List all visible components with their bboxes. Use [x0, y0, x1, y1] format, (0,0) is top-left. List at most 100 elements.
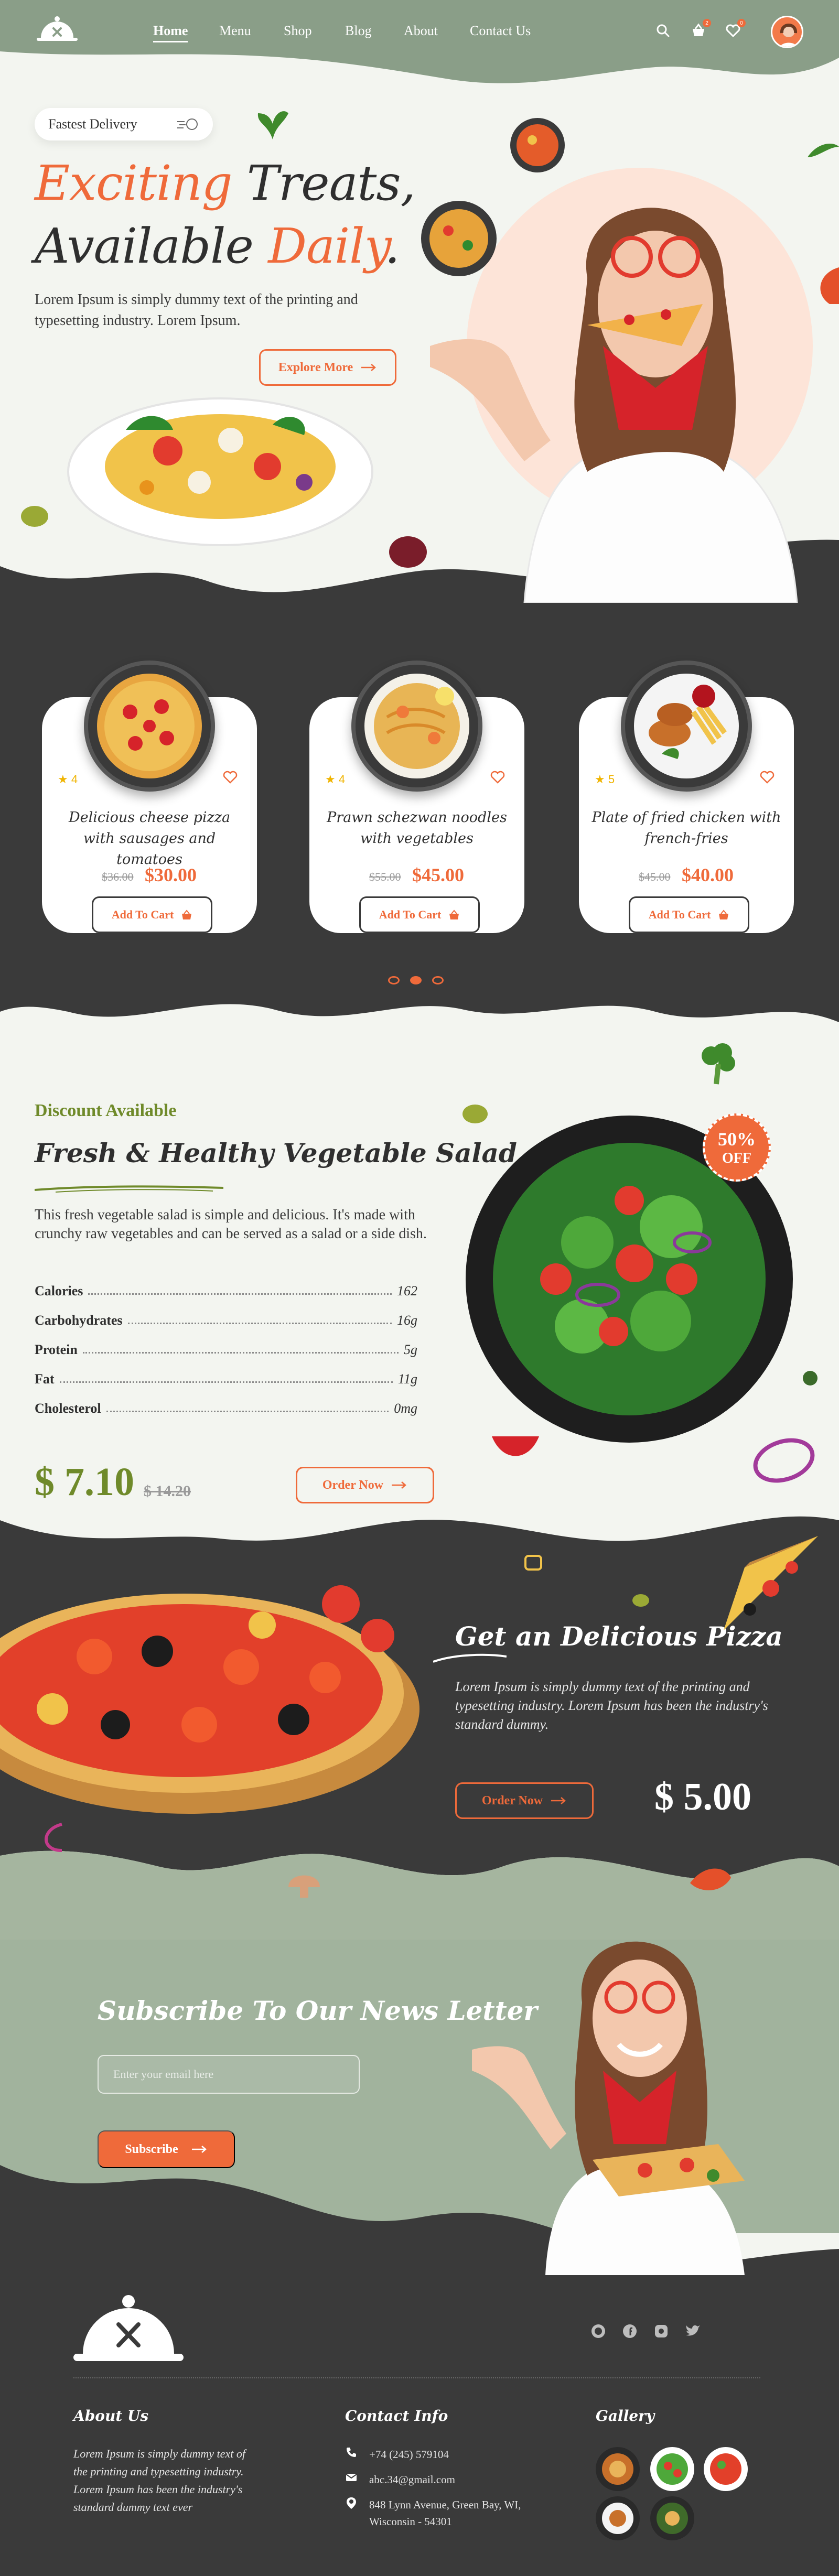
prawn-noodles-illustration: [364, 674, 469, 778]
nav-contact[interactable]: Contact Us: [470, 23, 531, 39]
facebook-icon[interactable]: [622, 2323, 638, 2339]
add-to-cart-label: Add To Cart: [648, 908, 711, 921]
product-name: Prawn schezwan noodles with vegetables: [327, 809, 507, 847]
product-price: $45.00: [412, 864, 464, 885]
add-to-cart-button[interactable]: Add To Cart: [92, 896, 212, 933]
hero-title-word-treats: Treats,: [232, 155, 416, 211]
basket-icon: [182, 910, 192, 919]
order-now-label: Order Now: [322, 1478, 384, 1492]
page: Home Menu Shop Blog About Contact Us 2 0…: [0, 0, 839, 2576]
heart-icon[interactable]: [490, 770, 505, 784]
nutrient-label: Cholesterol: [35, 1401, 101, 1416]
footer-divider: [73, 2377, 760, 2378]
pizza-price: $ 5.00: [654, 1776, 751, 1819]
discount-value: 50%: [718, 1129, 756, 1150]
onion-ring-icon: [45, 1823, 62, 1852]
phone-number[interactable]: +74 (245) 579104: [369, 2446, 449, 2463]
product-card[interactable]: ★ 4 Delicious cheese pizza with sausages…: [42, 661, 257, 933]
nutrition-row: Cholesterol 0mg: [35, 1401, 417, 1416]
search-button[interactable]: [653, 21, 672, 40]
heart-icon[interactable]: [759, 770, 775, 784]
hero-title-word-exciting: Exciting: [35, 155, 233, 211]
contact-address: 848 Lynn Avenue, Green Bay, WI, Wisconsi…: [345, 2496, 523, 2530]
salad-price: $ 7.10: [35, 1460, 134, 1504]
star-icon: ★: [595, 773, 605, 786]
gallery-dish-illustration: [710, 2453, 741, 2485]
wishlist-button[interactable]: 0: [724, 19, 746, 40]
gallery-thumbnail[interactable]: [596, 2447, 640, 2491]
cart-button[interactable]: 2: [689, 19, 711, 40]
footer-logo[interactable]: [73, 2291, 184, 2369]
pizza-slice-image: [724, 1536, 818, 1630]
email-input[interactable]: [98, 2055, 360, 2094]
basket-icon: [449, 910, 459, 919]
scooter-icon: [177, 118, 198, 130]
add-to-cart-button[interactable]: Add To Cart: [359, 896, 480, 933]
about-text: Lorem Ipsum is simply dummy text of the …: [73, 2447, 245, 2514]
nutrition-row: Carbohydrates 16g: [35, 1313, 417, 1328]
nav-home[interactable]: Home: [153, 23, 188, 42]
avatar[interactable]: [771, 16, 803, 48]
badge-label: Fastest Delivery: [48, 116, 137, 132]
gallery-thumbnail[interactable]: [704, 2447, 748, 2491]
gallery-thumbnail[interactable]: [650, 2496, 694, 2540]
carousel-dot-active[interactable]: [410, 976, 422, 984]
discount-badge: 50% OFF: [703, 1113, 771, 1182]
carousel-dot[interactable]: [432, 976, 444, 984]
nutrition-row: Fat 11g: [35, 1371, 417, 1387]
title-underline: [35, 1185, 223, 1193]
contact-email: abc.34@gmail.com: [345, 2471, 455, 2488]
carousel-dot[interactable]: [388, 976, 400, 984]
nutrient-label: Carbohydrates: [35, 1313, 123, 1328]
tomato-slice-icon: [492, 1436, 539, 1456]
woman-holding-pizza-image: [472, 1941, 745, 2275]
heart-icon[interactable]: [222, 770, 238, 784]
gallery-dish-illustration: [602, 2453, 633, 2485]
basket-icon: [719, 910, 729, 919]
address-text: 848 Lynn Avenue, Green Bay, WI, Wisconsi…: [369, 2498, 521, 2528]
instagram-icon[interactable]: [653, 2323, 669, 2339]
gallery-thumbnail[interactable]: [650, 2447, 694, 2491]
olive-icon: [21, 506, 48, 527]
nav-blog[interactable]: Blog: [345, 23, 372, 39]
product-price: $40.00: [682, 864, 734, 885]
add-to-cart-button[interactable]: Add To Cart: [629, 896, 749, 933]
product-card[interactable]: ★ 5 Plate of fried chicken with french-f…: [579, 661, 794, 933]
product-name: Plate of fried chicken with french-fries: [591, 809, 781, 847]
salad-old-price: $ 14.20: [144, 1482, 191, 1500]
hero-title-word-available: Available: [35, 218, 268, 274]
product-card[interactable]: ★ 4 Prawn schezwan noodles with vegetabl…: [309, 661, 524, 933]
nav-about[interactable]: About: [404, 23, 438, 39]
logo[interactable]: [35, 15, 80, 46]
nutrition-row: Protein 5g: [35, 1342, 417, 1358]
arrow-right-icon: [392, 1481, 407, 1489]
pea-icon: [803, 1371, 818, 1386]
pizza-description: Lorem Ipsum is simply dummy text of the …: [455, 1679, 768, 1732]
search-icon: [657, 24, 670, 37]
product-rating: ★ 4: [325, 773, 345, 786]
nav-menu[interactable]: Menu: [219, 23, 251, 39]
whatsapp-icon[interactable]: [590, 2323, 606, 2339]
twitter-icon[interactable]: [685, 2323, 701, 2339]
woman-eating-pizza-image: [430, 208, 798, 603]
nav-shop[interactable]: Shop: [284, 23, 311, 39]
product-old-price: $55.00: [369, 870, 401, 883]
contact-title: Contact Info: [345, 2407, 448, 2425]
bell-pepper-icon: [524, 1555, 542, 1571]
carousel-pagination: [388, 976, 444, 984]
product-name: Delicious cheese pizza with sausages and…: [68, 809, 231, 868]
add-to-cart-label: Add To Cart: [111, 908, 174, 921]
order-now-button[interactable]: Order Now: [296, 1467, 434, 1503]
salad-description: This fresh vegetable salad is simple and…: [35, 1207, 427, 1242]
mushroom-slice-icon: [288, 1875, 320, 1898]
email-address[interactable]: abc.34@gmail.com: [369, 2471, 455, 2488]
order-now-button[interactable]: Order Now: [455, 1782, 594, 1819]
gallery-thumbnail[interactable]: [596, 2496, 640, 2540]
explore-more-label: Explore More: [278, 360, 353, 374]
subscribe-label: Subscribe: [125, 2142, 178, 2156]
olive-icon: [632, 1594, 649, 1607]
title-underline: [433, 1653, 507, 1663]
subscribe-button[interactable]: Subscribe: [98, 2130, 235, 2168]
cloche-icon: [37, 16, 78, 41]
nutrient-value: 5g: [404, 1342, 417, 1357]
